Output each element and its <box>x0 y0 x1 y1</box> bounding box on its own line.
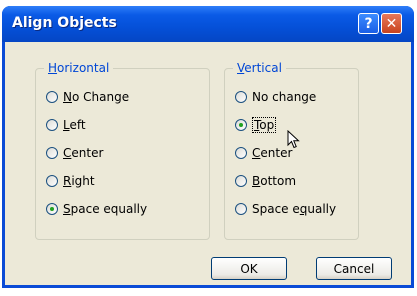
vertical-top-radio[interactable]: Top <box>235 117 277 133</box>
option-label: Right <box>63 174 95 188</box>
horizontal-right-radio[interactable]: Right <box>46 173 95 189</box>
radio-icon <box>235 91 247 103</box>
vertical-bottom-radio[interactable]: Bottom <box>235 173 296 189</box>
close-button[interactable]: ✕ <box>381 13 402 34</box>
radio-icon <box>235 203 247 215</box>
radio-icon-selected <box>46 203 58 215</box>
option-label: Top <box>252 117 277 133</box>
close-icon: ✕ <box>385 15 398 32</box>
cancel-label: Cancel <box>333 261 375 276</box>
ok-button[interactable]: OK <box>211 257 287 280</box>
vertical-group: Vertical No change Top Center Bottom Spa… <box>224 61 359 240</box>
vertical-legend: Vertical <box>233 61 286 75</box>
option-label: Space equally <box>252 202 337 216</box>
help-icon: ? <box>364 15 373 32</box>
radio-icon <box>46 175 58 187</box>
radio-icon <box>235 147 247 159</box>
radio-icon <box>235 175 247 187</box>
ok-label: OK <box>240 261 258 276</box>
title-bar[interactable]: Align Objects ? ✕ <box>2 6 414 42</box>
option-label: Space equally <box>63 202 148 216</box>
horizontal-group: Horizontal No Change Left Center Right S… <box>35 61 210 240</box>
radio-icon <box>46 147 58 159</box>
vertical-center-radio[interactable]: Center <box>235 145 292 161</box>
vertical-no-change-radio[interactable]: No change <box>235 89 316 105</box>
option-label: No change <box>252 90 317 104</box>
help-button[interactable]: ? <box>358 13 379 34</box>
radio-icon <box>46 119 58 131</box>
horizontal-left-radio[interactable]: Left <box>46 117 86 133</box>
horizontal-legend: Horizontal <box>44 61 114 75</box>
horizontal-space-equally-radio[interactable]: Space equally <box>46 201 147 217</box>
option-label: Center <box>63 146 104 160</box>
vertical-space-equally-radio[interactable]: Space equally <box>235 201 336 217</box>
cancel-button[interactable]: Cancel <box>316 257 392 280</box>
dialog-body: Horizontal No Change Left Center Right S… <box>5 42 411 285</box>
mouse-pointer-icon <box>287 130 300 149</box>
dialog-title: Align Objects <box>12 15 117 31</box>
radio-icon-selected <box>235 119 247 131</box>
horizontal-center-radio[interactable]: Center <box>46 145 103 161</box>
align-objects-dialog: Align Objects ? ✕ Horizontal No Change L… <box>2 6 414 288</box>
radio-icon <box>46 91 58 103</box>
horizontal-no-change-radio[interactable]: No Change <box>46 89 129 105</box>
option-label: Left <box>63 118 86 132</box>
option-label: Bottom <box>252 174 297 188</box>
option-label: No Change <box>63 90 130 104</box>
